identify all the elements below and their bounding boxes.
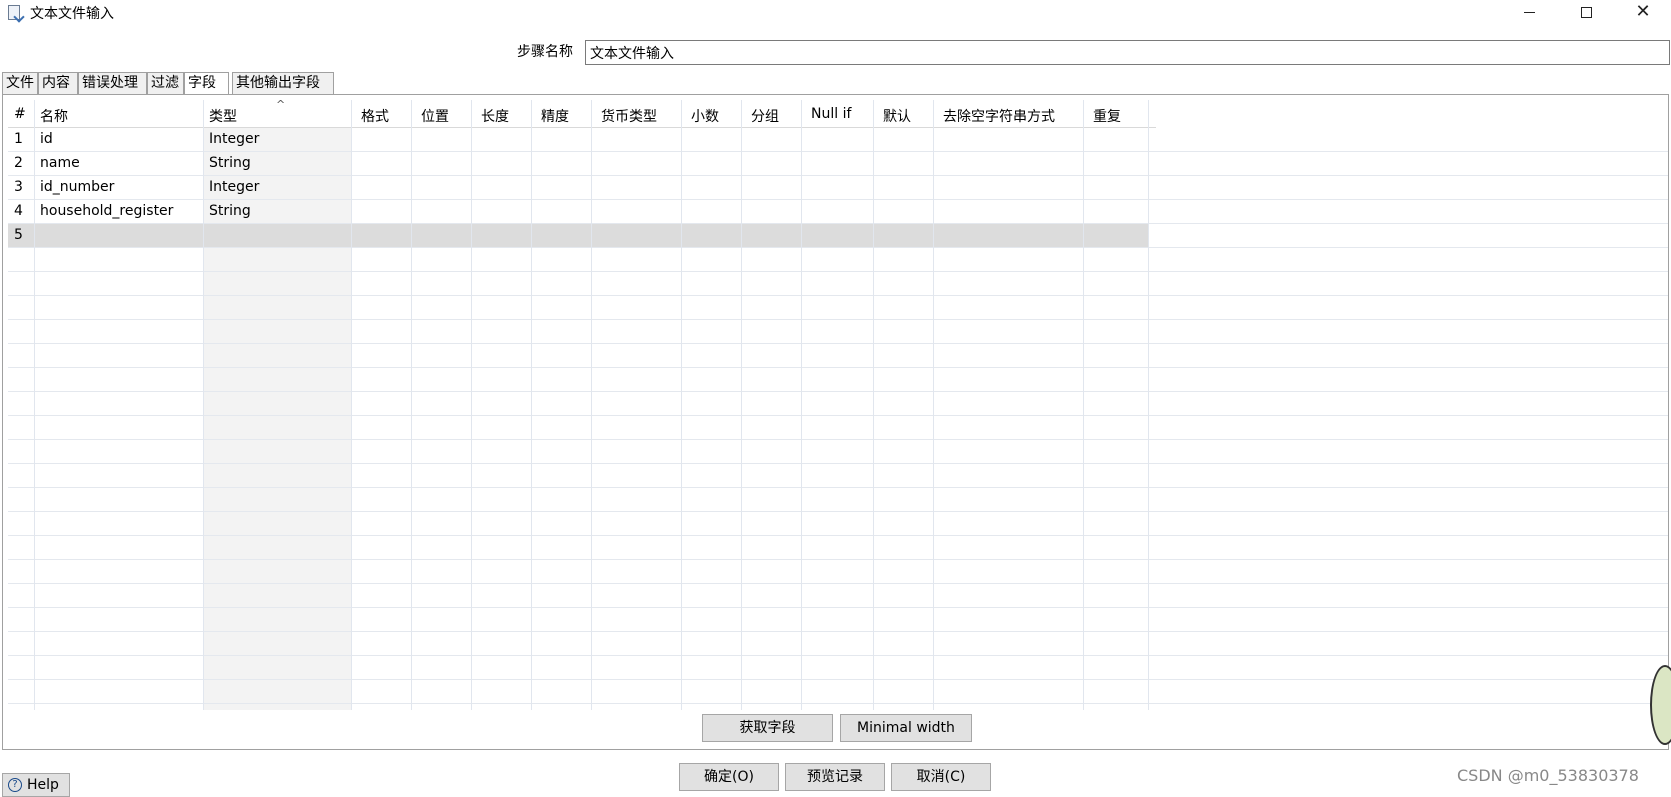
watermark: CSDN @m0_53830378 <box>1457 766 1639 785</box>
column-header-currency[interactable]: 货币类型 <box>601 106 657 126</box>
cell-name[interactable]: name <box>40 155 80 171</box>
column-header-format[interactable]: 格式 <box>361 106 389 126</box>
cell-name[interactable]: id_number <box>40 179 114 195</box>
cell-name[interactable]: id <box>40 131 53 147</box>
minimize-icon <box>1523 12 1535 13</box>
tab-file[interactable]: 文件 <box>2 72 38 94</box>
minimize-button[interactable] <box>1506 0 1552 26</box>
text-file-input-icon <box>8 5 20 20</box>
ok-button[interactable]: 确定(O) <box>679 763 779 791</box>
cancel-button[interactable]: 取消(C) <box>891 763 991 791</box>
close-button[interactable]: ✕ <box>1620 0 1666 26</box>
cell-type[interactable]: String <box>209 155 251 171</box>
column-header-default[interactable]: 默认 <box>883 106 911 126</box>
tab-filter[interactable]: 过滤 <box>147 72 184 94</box>
tab-fields[interactable]: 字段 <box>184 72 229 95</box>
maximize-button[interactable] <box>1563 0 1609 26</box>
tab-error-handling[interactable]: 错误处理 <box>78 72 147 94</box>
step-name-label: 步骤名称 <box>517 44 573 60</box>
cell-type[interactable]: String <box>209 203 251 219</box>
title-bar: 文本文件输入 ✕ <box>0 0 1671 26</box>
row-number: 4 <box>14 203 23 219</box>
column-header-name[interactable]: 名称 <box>40 106 68 126</box>
row-number: 5 <box>14 227 23 243</box>
column-header-number[interactable]: # <box>14 106 26 122</box>
tab-other-output-fields[interactable]: 其他输出字段 <box>232 72 334 94</box>
minimal-width-button[interactable]: Minimal width <box>840 714 972 742</box>
row-number: 3 <box>14 179 23 195</box>
cell-type[interactable]: Integer <box>209 131 259 147</box>
column-header-group[interactable]: 分组 <box>751 106 779 126</box>
column-header-precision[interactable]: 精度 <box>541 106 569 126</box>
tab-content[interactable]: 内容 <box>38 72 78 94</box>
preview-button[interactable]: 预览记录 <box>785 763 885 791</box>
column-header-type[interactable]: 类型 <box>209 106 237 126</box>
row-number: 2 <box>14 155 23 171</box>
column-header-null-if[interactable]: Null if <box>811 106 851 122</box>
cell-type[interactable]: Integer <box>209 179 259 195</box>
column-header-length[interactable]: 长度 <box>481 106 509 126</box>
column-header-trim-type[interactable]: 去除空字符串方式 <box>943 106 1055 126</box>
selected-row[interactable] <box>8 224 1148 247</box>
window-title: 文本文件输入 <box>30 6 114 22</box>
step-name-input[interactable] <box>585 40 1670 65</box>
row-number: 1 <box>14 131 23 147</box>
help-label: Help <box>27 777 59 793</box>
help-button[interactable]: ? Help <box>2 773 70 797</box>
get-fields-button[interactable]: 获取字段 <box>702 714 833 742</box>
maximize-icon <box>1580 7 1592 18</box>
fields-table: # 名称 类型 ^ 格式 位置 长度 精度 货币类型 小数 分组 Null if… <box>8 98 1668 710</box>
help-icon: ? <box>8 778 22 792</box>
cell-name[interactable]: household_register <box>40 203 173 219</box>
sort-ascending-icon: ^ <box>276 98 286 111</box>
close-icon: ✕ <box>1635 1 1651 22</box>
column-header-position[interactable]: 位置 <box>421 106 449 126</box>
column-header-decimal[interactable]: 小数 <box>691 106 719 126</box>
column-header-repeat[interactable]: 重复 <box>1093 106 1121 126</box>
